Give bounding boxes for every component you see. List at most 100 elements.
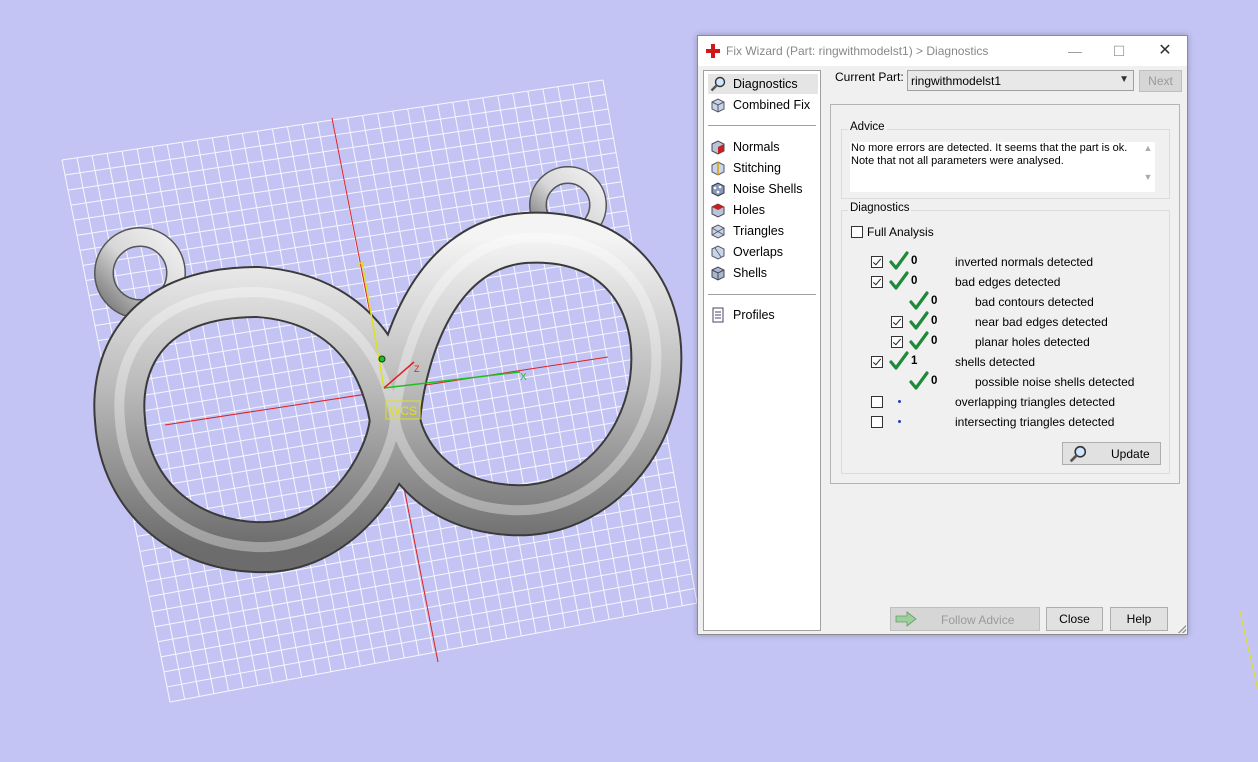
advice-text: No more errors are detected. It seems th…	[850, 142, 1155, 192]
close-icon: ✕	[1158, 42, 1172, 59]
diagnostic-label: overlapping triangles detected	[955, 395, 1116, 409]
offscreen-axis-fragment	[1239, 611, 1258, 691]
diagnostic-count: 0	[911, 255, 918, 267]
maximize-icon: ☐	[1112, 43, 1126, 59]
diagnostic-count: 0	[931, 335, 938, 347]
diagnostic-count: 0	[911, 275, 918, 287]
axis-z-label: Z	[414, 364, 420, 374]
grid-line	[163, 573, 692, 673]
next-button[interactable]: Next	[1139, 70, 1182, 92]
nav-item-holes[interactable]: Holes	[708, 200, 818, 220]
diagnostic-label: near bad edges detected	[975, 315, 1108, 329]
nav-separator	[708, 294, 816, 295]
diagnostic-label: inverted normals detected	[955, 255, 1094, 269]
diagnostic-row: 0 bad contours detected	[842, 291, 1162, 314]
not-analysed-dot-icon	[898, 400, 901, 403]
current-part-select[interactable]: ringwithmodelst1 ▼	[907, 70, 1134, 91]
nav-item-profiles[interactable]: Profiles	[708, 305, 818, 325]
stitching-icon	[711, 161, 725, 176]
green-check-icon	[909, 331, 929, 350]
profiles-icon	[712, 307, 724, 323]
diagnostics-group: Diagnostics Full Analysis 0 inverted norm…	[841, 202, 1170, 474]
diagnostic-checkbox[interactable]	[891, 316, 903, 328]
diagnostic-row: 0 near bad edges detected	[842, 311, 1162, 334]
diagnostics-title: Diagnostics	[848, 202, 912, 214]
holes-icon	[711, 203, 725, 218]
red-cross-icon	[706, 44, 720, 58]
nav-item-noise-shells[interactable]: Noise Shells	[708, 179, 818, 199]
shells-icon	[711, 266, 725, 281]
green-check-icon	[909, 371, 929, 390]
diagnostic-count: 0	[931, 295, 938, 307]
diagnostic-label: shells detected	[955, 355, 1036, 369]
nav-item-triangles[interactable]: Triangles	[708, 221, 818, 241]
advice-scrollbar[interactable]: ▲ ▼	[1141, 142, 1155, 190]
nav-item-overlaps[interactable]: Overlaps	[708, 242, 818, 262]
axis-x-label: X	[520, 372, 527, 383]
overlaps-icon	[711, 245, 725, 260]
diagnostic-row: 0 bad edges detected	[842, 271, 1162, 294]
nav-item-diagnostics[interactable]: Diagnostics	[708, 74, 818, 94]
scroll-down-icon: ▼	[1143, 172, 1153, 182]
diagnostics-panel: Advice No more errors are detected. It s…	[830, 104, 1180, 484]
grid-line	[437, 104, 537, 634]
grid-line	[160, 558, 690, 658]
magnifier-icon	[1069, 445, 1087, 463]
fix-wizard-dialog: Fix Wizard (Part: ringwithmodelst1) > Di…	[697, 35, 1188, 635]
green-check-icon	[889, 251, 909, 270]
diagnostic-checkbox[interactable]	[871, 256, 883, 268]
resize-grip-icon[interactable]	[1178, 625, 1186, 633]
close-window-button[interactable]: ✕	[1150, 40, 1180, 62]
normals-icon	[711, 140, 725, 155]
nav-separator	[708, 125, 816, 126]
maximize-button[interactable]: ☐	[1104, 40, 1134, 62]
scroll-up-icon: ▲	[1143, 143, 1153, 153]
diagnostic-label: bad edges detected	[955, 275, 1061, 289]
not-analysed-dot-icon	[898, 420, 901, 423]
dialog-titlebar[interactable]: Fix Wizard (Part: ringwithmodelst1) > Di…	[698, 36, 1187, 66]
diagnostic-row: 0 possible noise shells detected	[842, 371, 1162, 394]
grid-line	[169, 602, 698, 703]
advice-group: Advice No more errors are detected. It s…	[841, 121, 1170, 199]
noise-shells-icon	[711, 182, 725, 197]
diagnostic-row: intersecting triangles detected	[842, 414, 1162, 434]
triangles-icon	[711, 224, 725, 239]
wizard-nav-list: Diagnostics Combined Fix Normals Stitchi…	[703, 70, 821, 631]
arrow-right-icon	[895, 611, 917, 627]
diagnostic-count: 1	[911, 355, 918, 367]
current-part-label: Current Part:	[835, 70, 904, 84]
diagnostic-row: 1 shells detected	[842, 351, 1162, 374]
nav-item-normals[interactable]: Normals	[708, 137, 818, 157]
update-button[interactable]: Update	[1062, 442, 1161, 465]
diagnostic-checkbox[interactable]	[871, 416, 883, 428]
grid-line	[166, 587, 695, 688]
dialog-title: Fix Wizard (Part: ringwithmodelst1) > Di…	[726, 44, 989, 58]
diagnostic-label: planar holes detected	[975, 335, 1090, 349]
grid-line	[452, 102, 552, 631]
full-analysis-checkbox[interactable]	[851, 226, 863, 238]
diagnostic-checkbox[interactable]	[891, 336, 903, 348]
diagnostic-checkbox[interactable]	[871, 396, 883, 408]
minimize-icon: —	[1068, 43, 1082, 59]
green-check-icon	[909, 311, 929, 330]
diagnostic-row: overlapping triangles detected	[842, 394, 1162, 414]
nav-item-shells[interactable]: Shells	[708, 263, 818, 283]
advice-title: Advice	[848, 121, 887, 133]
minimize-button[interactable]: —	[1060, 40, 1090, 62]
follow-advice-button[interactable]: Follow Advice	[890, 607, 1040, 631]
grid-line	[422, 106, 522, 637]
diagnostic-label: bad contours detected	[975, 295, 1094, 309]
green-check-icon	[889, 351, 909, 370]
diagnostic-checkbox[interactable]	[871, 276, 883, 288]
diagnostic-label: possible noise shells detected	[975, 375, 1135, 389]
nav-item-stitching[interactable]: Stitching	[708, 158, 818, 178]
diagnostic-checkbox[interactable]	[871, 356, 883, 368]
nav-item-combined-fix[interactable]: Combined Fix	[708, 95, 818, 115]
chevron-down-icon: ▼	[1119, 74, 1129, 85]
axis-y-label: Y	[356, 260, 363, 271]
diagnostic-label: intersecting triangles detected	[955, 415, 1115, 429]
combined-fix-icon	[711, 98, 725, 113]
help-button[interactable]: Help	[1110, 607, 1168, 631]
close-button[interactable]: Close	[1046, 607, 1103, 631]
green-check-icon	[909, 291, 929, 310]
